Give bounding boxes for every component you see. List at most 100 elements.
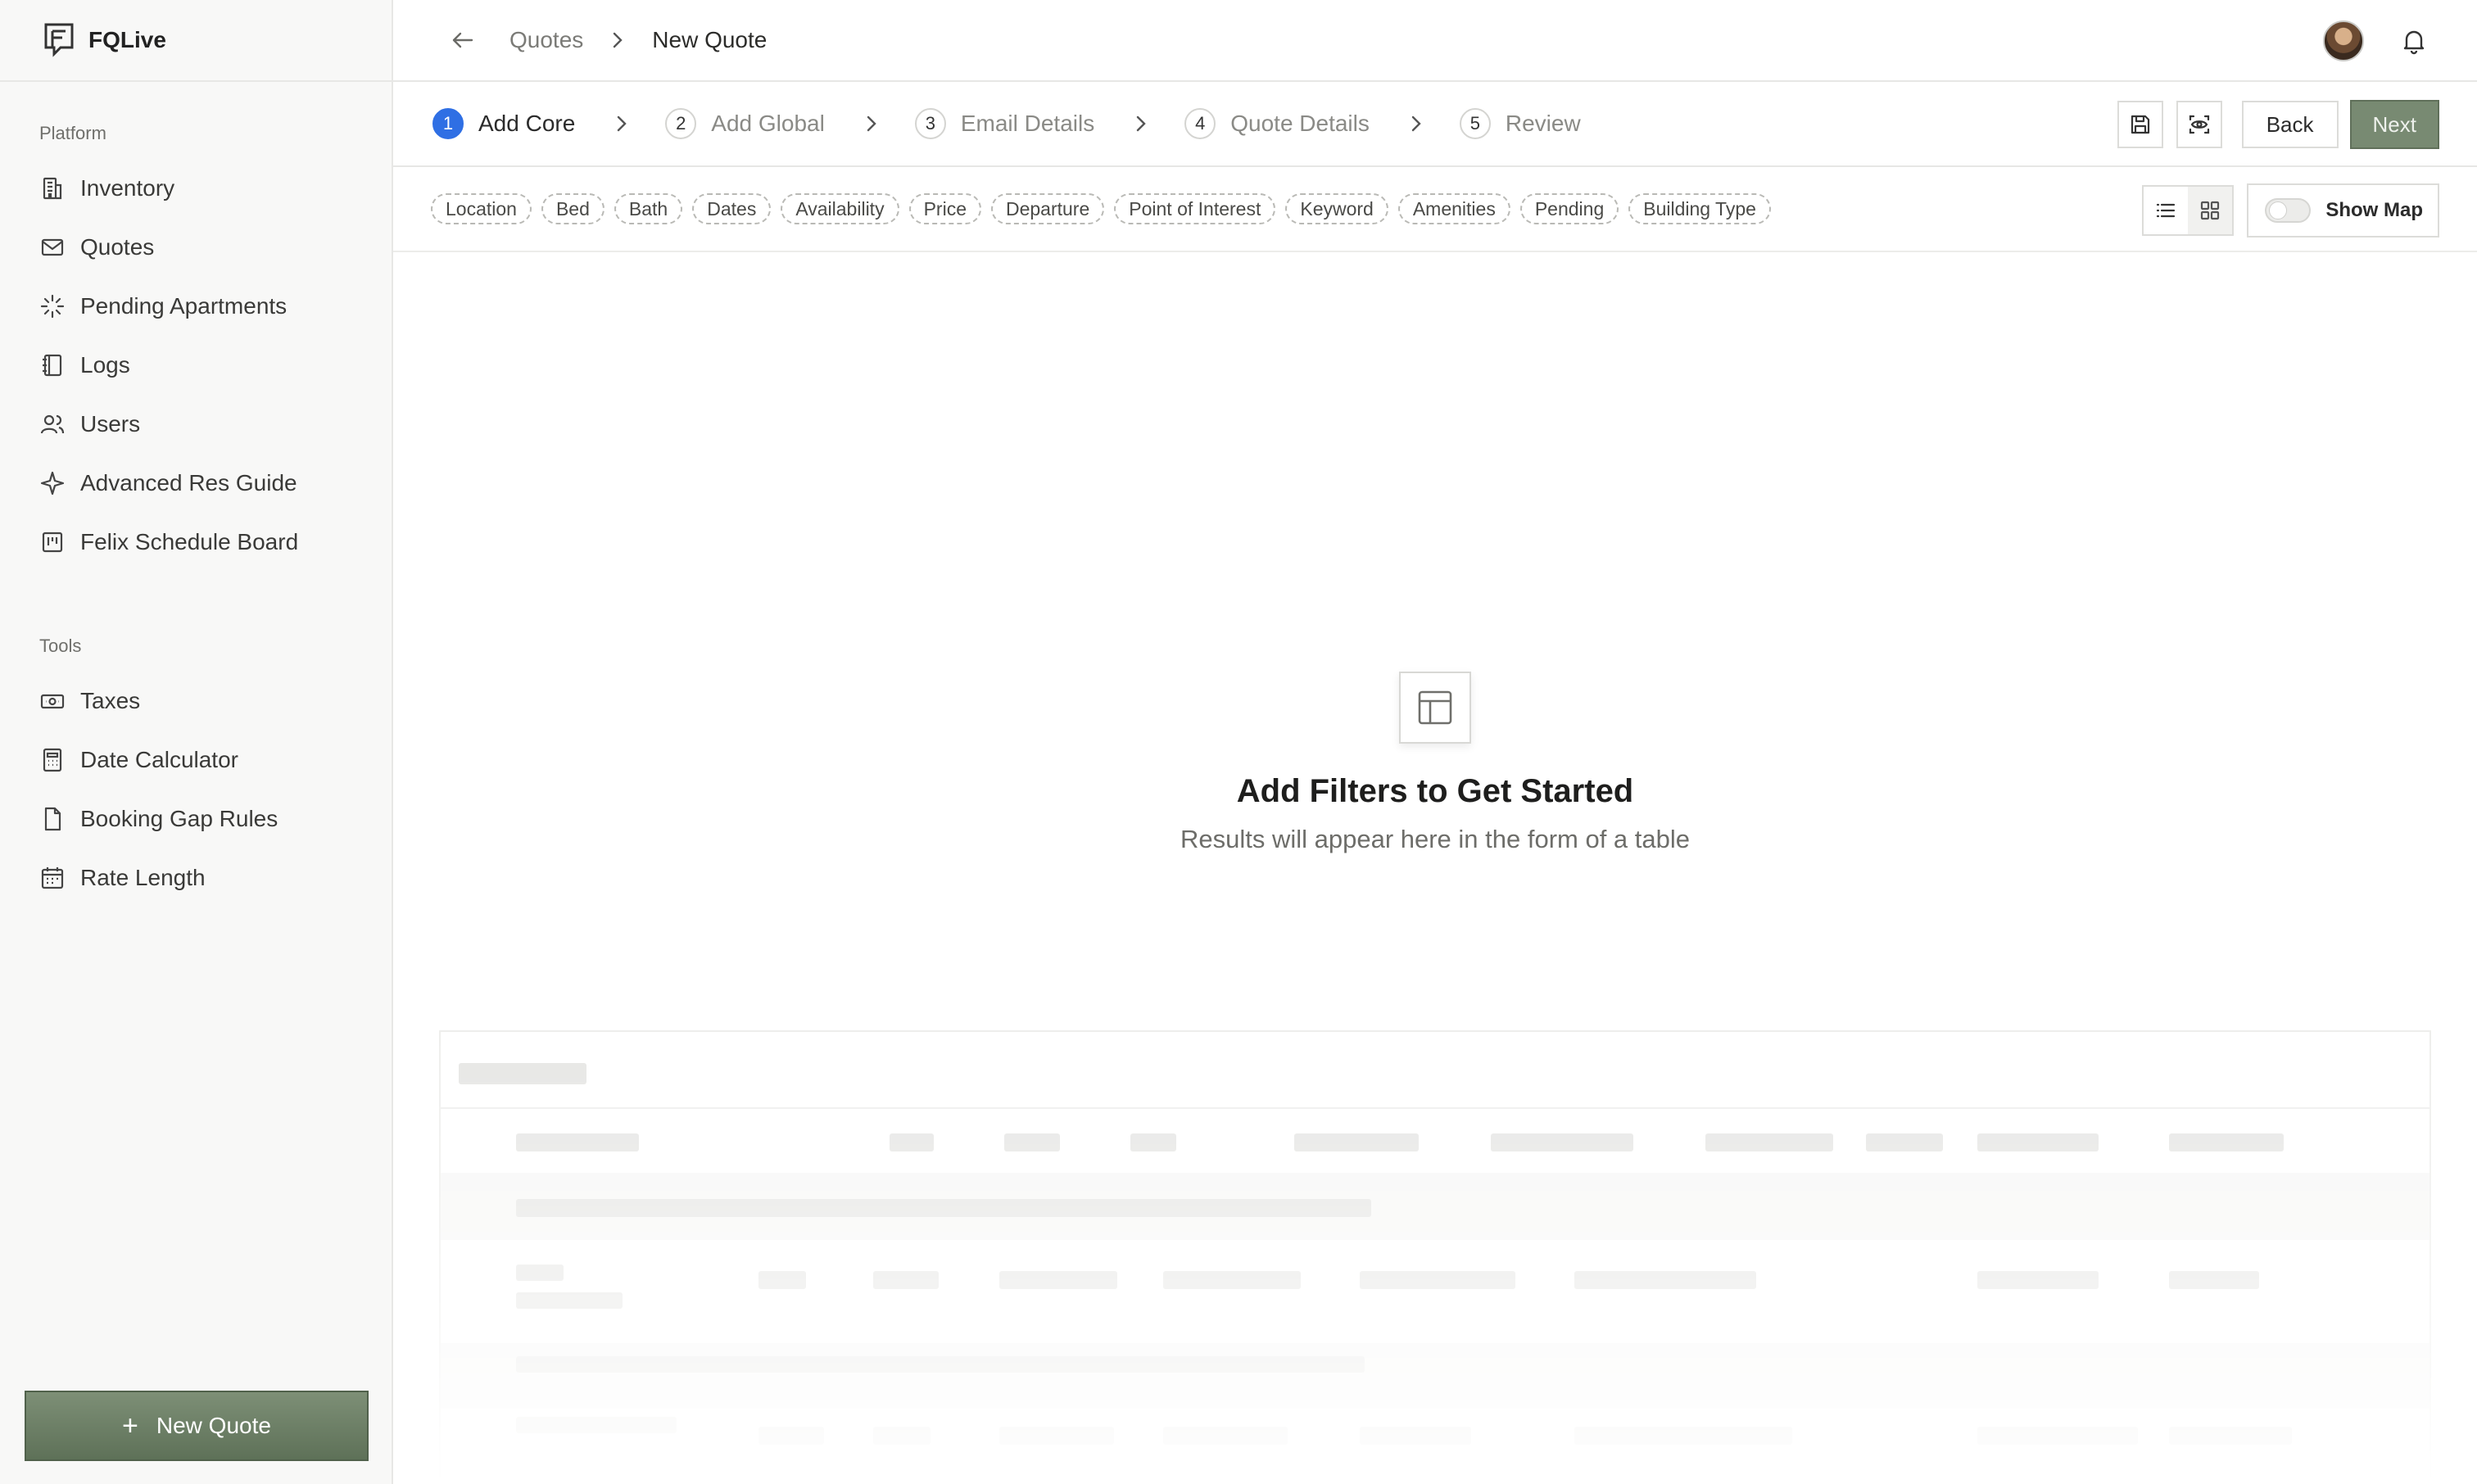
bell-icon[interactable] xyxy=(2400,27,2428,55)
skeleton-bar xyxy=(758,1271,806,1289)
sidebar-item-label: Pending Apartments xyxy=(80,293,288,319)
brand[interactable]: FQLive xyxy=(0,0,392,82)
skeleton-bar xyxy=(2169,1133,2284,1151)
skeleton-bar xyxy=(873,1271,939,1289)
step-quote-details[interactable]: 4 Quote Details xyxy=(1184,108,1370,139)
brand-name: FQLive xyxy=(88,27,166,52)
sidebar-item-label: Logs xyxy=(80,352,130,378)
skeleton-bar xyxy=(1705,1133,1833,1151)
filter-chip-pending[interactable]: Pending xyxy=(1519,193,1619,224)
skeleton-bar xyxy=(999,1271,1117,1289)
sidebar-item-label: Quotes xyxy=(80,234,155,260)
plus-icon: + xyxy=(122,1410,138,1441)
sidebar-item-label: Inventory xyxy=(80,175,175,201)
kanban-icon xyxy=(42,532,63,553)
sparkle-icon xyxy=(40,471,65,495)
skeleton-bar xyxy=(1574,1271,1756,1289)
skeleton-bar xyxy=(1977,1427,2138,1445)
switch-knob xyxy=(2269,201,2288,219)
fqlive-logo-icon xyxy=(44,23,74,57)
filter-chip-departure[interactable]: Departure xyxy=(990,193,1105,224)
sidebar-item-pending-apartments[interactable]: Pending Apartments xyxy=(0,277,392,336)
file-icon xyxy=(44,807,61,831)
calculator-icon xyxy=(43,748,62,772)
show-map-label: Show Map xyxy=(2325,199,2423,221)
filter-bar-controls: Show Map xyxy=(2142,183,2439,238)
skeleton-bar xyxy=(1491,1133,1633,1151)
chevron-right-icon xyxy=(1411,115,1421,132)
chevron-right-icon xyxy=(867,115,876,132)
grid-view-button[interactable] xyxy=(2188,187,2232,234)
sidebar-item-taxes[interactable]: Taxes xyxy=(0,672,392,731)
step-number: 2 xyxy=(665,108,697,139)
empty-state-subtitle: Results will appear here in the form of … xyxy=(1180,825,1691,853)
sidebar-item-label: Taxes xyxy=(80,688,141,713)
filter-chip-keyword[interactable]: Keyword xyxy=(1285,193,1388,224)
skeleton-bar xyxy=(1294,1133,1419,1151)
banknote-icon xyxy=(40,694,65,709)
step-number: 4 xyxy=(1184,108,1216,139)
filter-chip-location[interactable]: Location xyxy=(431,193,532,224)
step-review[interactable]: 5 Review xyxy=(1459,108,1581,139)
chevron-right-icon xyxy=(614,32,623,48)
filter-chip-availability[interactable]: Availability xyxy=(781,193,899,224)
skeleton-bar xyxy=(758,1427,824,1445)
skeleton-bar xyxy=(1004,1133,1060,1151)
building-icon xyxy=(43,177,62,200)
skeleton-bar xyxy=(1574,1427,1792,1445)
filter-chip-bed[interactable]: Bed xyxy=(541,193,605,224)
sidebar-item-felix-schedule-board[interactable]: Felix Schedule Board xyxy=(0,513,392,572)
skeleton-bar xyxy=(890,1133,934,1151)
filter-chip-amenities[interactable]: Amenities xyxy=(1397,193,1510,224)
sidebar-item-booking-gap-rules[interactable]: Booking Gap Rules xyxy=(0,790,392,848)
preview-button[interactable] xyxy=(2176,101,2222,148)
skeleton-bar xyxy=(459,1063,586,1084)
sidebar-item-inventory[interactable]: Inventory xyxy=(0,159,392,218)
skeleton-bar xyxy=(1977,1271,2099,1289)
stepper-actions: Back Next xyxy=(2117,100,2439,149)
avatar[interactable] xyxy=(2323,20,2364,61)
skeleton-bar xyxy=(516,1417,677,1433)
users-icon xyxy=(40,414,65,434)
filter-chip-price[interactable]: Price xyxy=(908,193,981,224)
step-add-core[interactable]: 1 Add Core xyxy=(432,108,575,139)
filter-bar: Location Bed Bath Dates Availability Pri… xyxy=(393,167,2477,252)
sidebar-item-quotes[interactable]: Quotes xyxy=(0,218,392,277)
sidebar-item-logs[interactable]: Logs xyxy=(0,336,392,395)
back-arrow-icon[interactable] xyxy=(449,26,477,54)
step-number: 5 xyxy=(1459,108,1491,139)
skeleton-bar xyxy=(516,1356,1365,1373)
sidebar-item-date-calculator[interactable]: Date Calculator xyxy=(0,731,392,790)
breadcrumb-quotes[interactable]: Quotes xyxy=(509,27,583,53)
show-map-switch[interactable] xyxy=(2265,198,2312,223)
filter-chip-point-of-interest[interactable]: Point of Interest xyxy=(1114,193,1276,224)
empty-state: Add Filters to Get Started Results will … xyxy=(393,672,2477,854)
new-quote-button[interactable]: + New Quote xyxy=(25,1391,369,1461)
next-button[interactable]: Next xyxy=(2349,100,2439,149)
app-root: FQLive Platform Inventory Quotes Pending… xyxy=(0,0,2477,1484)
notebook-icon xyxy=(43,354,62,377)
step-label: Email Details xyxy=(960,111,1095,136)
filter-chip-bath[interactable]: Bath xyxy=(614,193,683,224)
table-layout-icon xyxy=(1418,690,1452,725)
sidebar-item-advanced-res-guide[interactable]: Advanced Res Guide xyxy=(0,454,392,513)
back-button[interactable]: Back xyxy=(2241,101,2339,148)
sidebar-item-users[interactable]: Users xyxy=(0,395,392,454)
sidebar-item-label: Felix Schedule Board xyxy=(80,529,299,554)
show-map-toggle[interactable]: Show Map xyxy=(2247,183,2439,238)
step-number: 1 xyxy=(432,108,464,139)
sidebar-item-rate-length[interactable]: Rate Length xyxy=(0,848,392,907)
list-view-button[interactable] xyxy=(2144,187,2189,234)
sidebar: FQLive Platform Inventory Quotes Pending… xyxy=(0,0,393,1484)
skeleton-bar xyxy=(2169,1427,2292,1445)
step-add-global[interactable]: 2 Add Global xyxy=(665,108,825,139)
empty-state-title: Add Filters to Get Started xyxy=(1236,773,1634,809)
filter-chip-dates[interactable]: Dates xyxy=(692,193,772,224)
filter-chip-building-type[interactable]: Building Type xyxy=(1628,193,1771,224)
skeleton-bar xyxy=(1977,1133,2099,1151)
step-label: Review xyxy=(1505,111,1581,136)
chevron-right-icon xyxy=(618,115,627,132)
skeleton-bar xyxy=(516,1199,1371,1217)
step-email-details[interactable]: 3 Email Details xyxy=(914,108,1095,139)
save-button[interactable] xyxy=(2117,101,2163,148)
